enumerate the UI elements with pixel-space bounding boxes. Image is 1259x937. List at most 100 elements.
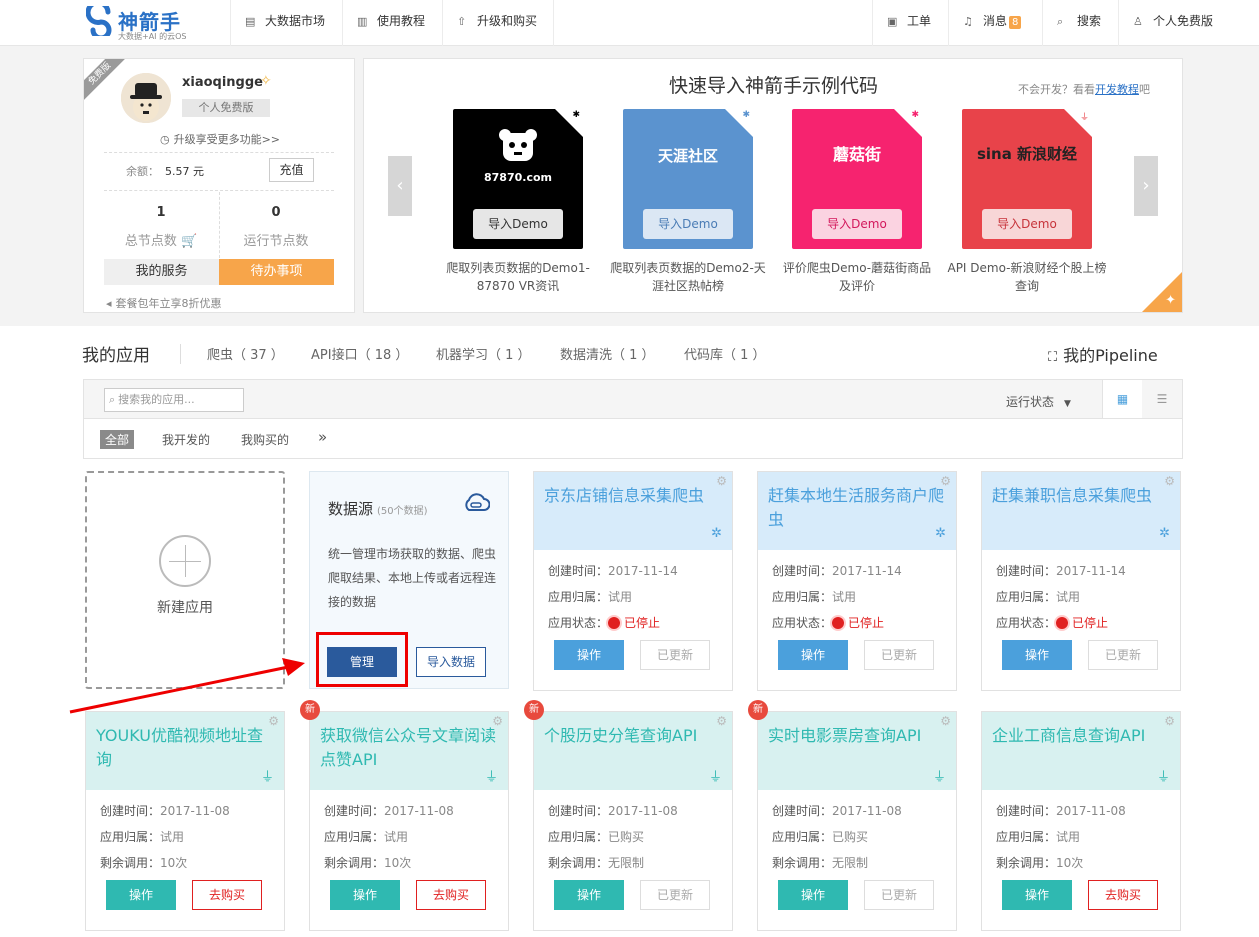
card-header: 获取微信公众号文章阅读点赞API ⚙ ⏚ [310,712,508,790]
filter-developed[interactable]: 我开发的 [162,431,210,448]
demo-tile-tianya[interactable]: ✱ 天涯社区 导入Demo [623,109,753,249]
operate-button[interactable]: 操作 [1002,640,1072,670]
nav-search[interactable]: ⌕ 搜索 [1042,0,1118,46]
buy-button[interactable]: 去购买 [1088,880,1158,910]
gear-icon[interactable]: ⚙ [1164,474,1175,488]
owner-row: 应用归属：试用 [548,590,633,604]
nav-tutorial[interactable]: ▥ 使用教程 [342,0,442,46]
api-card[interactable]: 企业工商信息查询API ⚙ ⏚ 创建时间：2017-11-08 应用归属：试用 … [981,711,1181,931]
operate-button[interactable]: 操作 [554,880,624,910]
crawler-card[interactable]: 赶集本地生活服务商户爬虫 ⚙ ✲ 创建时间：2017-11-14 应用归属：试用… [757,471,957,691]
dev-tutorial-link[interactable]: 开发教程 [1095,83,1139,96]
double-chevron-right-icon[interactable]: » [318,428,327,446]
app-search-input[interactable]: ⌕ 搜索我的应用... [104,388,244,412]
plug-icon: ⏚ [484,770,498,785]
nav-ticket[interactable]: ▣ 工单 [872,0,948,46]
tab-api[interactable]: API接口（ 18 ） [311,344,408,363]
updated-button[interactable]: 已更新 [640,640,710,670]
buy-button[interactable]: 去购买 [416,880,486,910]
nav-messages[interactable]: ♫ 消息 8 [948,0,1042,46]
my-pipeline-link[interactable]: ⛶ 我的Pipeline [1048,342,1158,366]
api-card[interactable]: 实时电影票房查询API ⚙ ⏚ 创建时间：2017-11-08 应用归属：已购买… [757,711,957,931]
demo-title: 快速导入神箭手示例代码 [669,75,879,97]
operate-button[interactable]: 操作 [778,880,848,910]
highlight-box [316,632,408,687]
plus-icon [159,535,211,587]
promo-text[interactable]: ◂ 套餐包年立享8折优惠 [106,295,222,311]
updated-button[interactable]: 已更新 [1088,640,1158,670]
demo-caption: 爬取列表页数据的Demo2-天涯社区热帖榜 [610,261,766,293]
clock-icon: ◷ [159,133,170,146]
avatar-image [121,73,171,123]
avatar[interactable] [121,73,171,123]
card-title[interactable]: 企业工商信息查询API [992,724,1174,748]
card-title[interactable]: 个股历史分笔查询API [544,724,726,748]
gear-icon[interactable]: ⚙ [940,474,951,488]
card-header: 实时电影票房查询API ⚙ ⏚ [758,712,956,790]
top-navbar: 神箭手 大数据+AI 的云OS ▤ 大数据市场 ▥ 使用教程 ⇧ 升级和购买 ▣ 工单 … [0,0,1259,46]
buy-button[interactable]: 去购买 [192,880,262,910]
balance: 余额： 5.57 元 [126,165,204,178]
created-row: 创建时间：2017-11-14 [772,564,902,578]
filter-all[interactable]: 全部 [100,430,135,449]
operate-button[interactable]: 操作 [778,640,848,670]
logo[interactable]: 神箭手 大数据+AI 的云OS [86,4,196,42]
operate-button[interactable]: 操作 [106,880,176,910]
card-title[interactable]: YOUKU优酷视频地址查询 [96,724,278,772]
tab-cleaning[interactable]: 数据清洗（ 1 ） [560,344,655,363]
demo-tile-mogujie[interactable]: ✱ 蘑菇街 导入Demo [792,109,922,249]
username: xiaoqingge [182,75,263,90]
gear-icon[interactable]: ⚙ [268,714,279,728]
card-title[interactable]: 京东店铺信息采集爬虫 [544,484,726,508]
updated-button[interactable]: 已更新 [864,880,934,910]
carousel-next-button[interactable]: › [1134,156,1158,216]
operate-button[interactable]: 操作 [330,880,400,910]
api-card[interactable]: 个股历史分笔查询API ⚙ ⏚ 创建时间：2017-11-08 应用归属：已购买… [533,711,733,931]
search-icon: ⌕ [109,393,116,406]
run-status-dropdown[interactable]: 运行状态 ▼ [1006,393,1071,410]
gear-icon[interactable]: ⚙ [1164,714,1175,728]
import-demo-button[interactable]: 导入Demo [812,209,902,239]
import-demo-button[interactable]: 导入Demo [643,209,733,239]
carousel-prev-button[interactable]: ‹ [388,156,412,216]
card-header: 赶集本地生活服务商户爬虫 ⚙ ✲ [758,472,956,550]
vip-wand-icon: ✧ [260,73,272,89]
todo-button[interactable]: 待办事项 [219,259,334,285]
status-row: 应用状态： 已停止 [772,616,885,630]
demo-tile-sina[interactable]: ⏚ sina 新浪财经 导入Demo [962,109,1092,249]
recharge-button[interactable]: 充值 [269,158,314,182]
status-row: 应用状态： 已停止 [996,616,1109,630]
card-title[interactable]: 赶集本地生活服务商户爬虫 [768,484,950,532]
crawler-card[interactable]: 京东店铺信息采集爬虫 ⚙ ✲ 创建时间：2017-11-14 应用归属：试用 应… [533,471,733,691]
card-title[interactable]: 赶集兼职信息采集爬虫 [992,484,1174,508]
api-card[interactable]: YOUKU优酷视频地址查询 ⚙ ⏚ 创建时间：2017-11-08 应用归属：试… [85,711,285,931]
nav-account[interactable]: ♙ 个人免费版 [1118,0,1259,46]
gear-icon[interactable]: ⚙ [492,714,503,728]
card-title[interactable]: 实时电影票房查询API [768,724,950,748]
owner-row: 应用归属：试用 [996,830,1081,844]
api-card[interactable]: 获取微信公众号文章阅读点赞API ⚙ ⏚ 创建时间：2017-11-08 应用归… [309,711,509,931]
import-data-button[interactable]: 导入数据 [416,647,486,677]
crawler-card[interactable]: 赶集兼职信息采集爬虫 ⚙ ✲ 创建时间：2017-11-14 应用归属：试用 应… [981,471,1181,691]
upgrade-link[interactable]: ◷ 升级享受更多功能>> [84,131,354,147]
updated-button[interactable]: 已更新 [864,640,934,670]
tab-codebase[interactable]: 代码库（ 1 ） [684,344,766,363]
nav-upgrade[interactable]: ⇧ 升级和购买 [442,0,554,46]
gear-icon[interactable]: ⚙ [940,714,951,728]
operate-button[interactable]: 操作 [554,640,624,670]
import-demo-button[interactable]: 导入Demo [982,209,1072,239]
my-services-button[interactable]: 我的服务 [104,259,219,285]
tab-crawler[interactable]: 爬虫（ 37 ） [207,344,284,363]
filter-purchased[interactable]: 我购买的 [241,431,289,448]
nav-bigdata-market[interactable]: ▤ 大数据市场 [230,0,342,46]
operate-button[interactable]: 操作 [1002,880,1072,910]
card-title[interactable]: 获取微信公众号文章阅读点赞API [320,724,502,772]
demo-tile-87870[interactable]: ✱ 87870.com 导入Demo [453,109,583,249]
tab-ml[interactable]: 机器学习（ 1 ） [436,344,531,363]
gear-icon[interactable]: ⚙ [716,474,727,488]
grid-view-button[interactable]: ▦ [1102,380,1142,418]
import-demo-button[interactable]: 导入Demo [473,209,563,239]
gear-icon[interactable]: ⚙ [716,714,727,728]
updated-button[interactable]: 已更新 [640,880,710,910]
list-view-button[interactable]: ☰ [1142,380,1182,418]
